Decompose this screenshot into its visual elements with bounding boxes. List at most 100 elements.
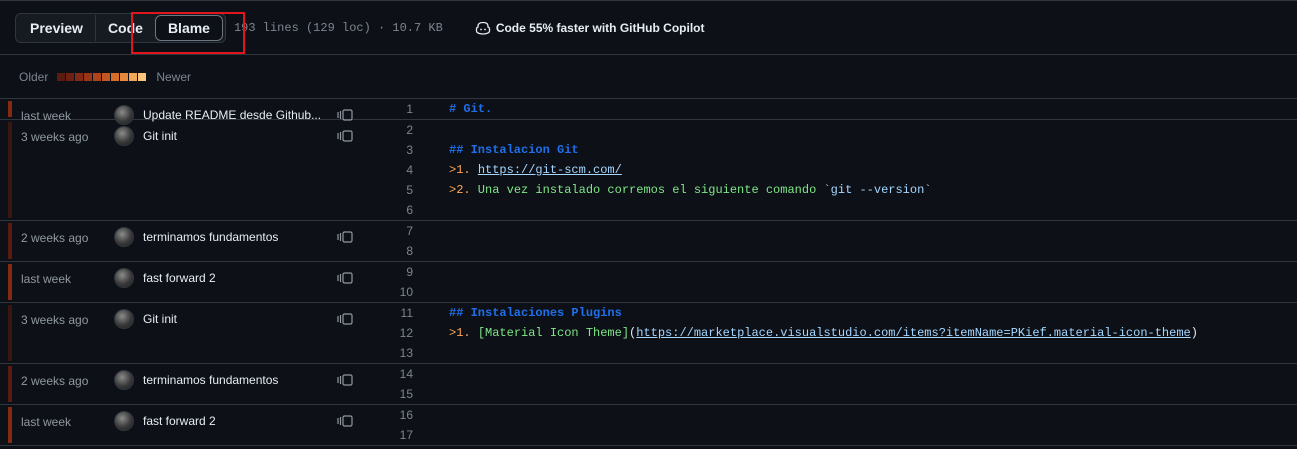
commit-message-link[interactable]: terminamos fundamentos <box>143 230 325 244</box>
code-lines: 14 15 <box>392 364 1297 404</box>
line-number[interactable]: 2 <box>392 123 413 137</box>
commit-info: 2 weeks ago terminamos fundamentos <box>0 364 392 404</box>
age-swatch <box>111 72 120 81</box>
legend-older: Older <box>19 69 49 84</box>
reblame-icon[interactable] <box>337 130 353 142</box>
code-lines: 78 <box>392 221 1297 261</box>
code-line: 8 <box>392 241 1297 261</box>
code-line: 13 <box>392 343 1297 363</box>
code-line: 14 <box>392 364 1297 384</box>
line-number[interactable]: 14 <box>392 367 413 381</box>
code-line: 2 <box>392 120 1297 140</box>
code-line: 12 >1. [Material Icon Theme](https://mark… <box>392 323 1297 343</box>
line-number[interactable]: 16 <box>392 408 413 422</box>
age-swatch <box>84 72 93 81</box>
code-content: >2. Una vez instalado corremos el siguie… <box>449 183 932 197</box>
line-number[interactable]: 15 <box>392 387 413 401</box>
commit-info: last week fast forward 2 <box>0 262 392 302</box>
age-swatch <box>66 72 75 81</box>
age-swatch <box>138 72 147 81</box>
code-lines: 2 3 ## Instalacion Git 4 >1. https://git-scm… <box>392 120 1297 220</box>
commit-message-link[interactable]: fast forward 2 <box>143 414 325 428</box>
commit-age: 2 weeks ago <box>21 231 89 245</box>
line-number[interactable]: 10 <box>392 285 413 299</box>
code-line: 6 <box>392 200 1297 220</box>
avatar[interactable] <box>114 126 134 146</box>
commit-message-link[interactable]: Git init <box>143 129 325 143</box>
commit-age: last week <box>21 272 72 286</box>
code-line: 16 <box>392 405 1297 425</box>
reblame-icon[interactable] <box>337 272 353 284</box>
avatar[interactable] <box>114 370 134 390</box>
blame-view: last week Update README desde Github... 1 #… <box>0 99 1297 446</box>
code-content: ## Instalaciones Plugins <box>449 306 622 320</box>
commit-message-link[interactable]: terminamos fundamentos <box>143 373 325 387</box>
commit-info: last week fast forward 2 <box>0 405 392 445</box>
line-number[interactable]: 4 <box>392 163 413 177</box>
blame-hunk: 2 weeks ago terminamos fundamentos 14 15 <box>0 364 1297 405</box>
blame-hunk: 3 weeks ago Git init 11 ## Instalaciones Pl… <box>0 303 1297 364</box>
line-number[interactable]: 3 <box>392 143 413 157</box>
blame-hunk: 3 weeks ago Git init 2 3 ## Instalacion Git 4… <box>0 120 1297 221</box>
age-swatch <box>75 72 84 81</box>
blame-hunk: 2 weeks ago terminamos fundamentos 7 8 <box>0 221 1297 262</box>
commit-message-link[interactable]: Git init <box>143 312 325 326</box>
age-swatch <box>120 72 129 81</box>
age-swatch <box>93 72 102 81</box>
commit-info: last week Update README desde Github... <box>0 99 392 125</box>
code-line: 9 <box>392 262 1297 282</box>
avatar[interactable] <box>114 411 134 431</box>
code-line: 10 <box>392 282 1297 302</box>
avatar[interactable] <box>114 309 134 329</box>
line-number[interactable]: 7 <box>392 224 413 238</box>
code-lines: 9 10 <box>392 262 1297 302</box>
blame-hunk: last week fast forward 2 16 17 <box>0 405 1297 446</box>
blame-hunk: last week Update README desde Github... 1 #… <box>0 99 1297 125</box>
copilot-promo[interactable]: Code 55% faster with GitHub Copilot <box>475 20 705 36</box>
code-lines: 16 17 <box>392 405 1297 445</box>
line-number[interactable]: 11 <box>392 306 413 320</box>
code-line: 5 >2. Una vez instalado corremos el sigui… <box>392 180 1297 200</box>
avatar[interactable] <box>114 227 134 247</box>
line-number[interactable]: 17 <box>392 428 413 442</box>
commit-age: 3 weeks ago <box>21 130 89 144</box>
avatar[interactable] <box>114 268 134 288</box>
commit-info: 2 weeks ago terminamos fundamentos <box>0 221 392 261</box>
line-number[interactable]: 8 <box>392 244 413 258</box>
reblame-icon[interactable] <box>337 231 353 243</box>
commit-info: 3 weeks ago Git init <box>0 303 392 363</box>
code-line: 1 # Git. <box>392 99 1297 119</box>
blame-hunk: last week fast forward 2 9 10 <box>0 262 1297 303</box>
line-number[interactable]: 9 <box>392 265 413 279</box>
highlight-annotation <box>131 12 245 54</box>
code-line: 4 >1. https://git-scm.com/ <box>392 160 1297 180</box>
code-content: ## Instalacion Git <box>449 143 579 157</box>
code-line: 3 ## Instalacion Git <box>392 140 1297 160</box>
copilot-icon <box>475 21 490 35</box>
reblame-icon[interactable] <box>337 415 353 427</box>
copilot-text: Code 55% faster with GitHub Copilot <box>495 20 705 35</box>
code-line: 7 <box>392 221 1297 241</box>
code-content: # Git. <box>449 102 493 116</box>
commit-age: 2 weeks ago <box>21 374 89 388</box>
blame-age-legend: Older Newer <box>0 55 1297 99</box>
code-lines: 1 # Git. <box>392 99 1297 119</box>
tab-preview[interactable]: Preview <box>18 15 95 41</box>
line-number[interactable]: 13 <box>392 346 413 360</box>
code-content: >1. https://git-scm.com/ <box>449 163 622 177</box>
line-number[interactable]: 5 <box>392 183 413 197</box>
line-number[interactable]: 1 <box>392 102 413 116</box>
line-number[interactable]: 12 <box>392 326 413 340</box>
code-lines: 11 ## Instalaciones Plugins 12 >1. [Materia… <box>392 303 1297 363</box>
line-number[interactable]: 6 <box>392 203 413 217</box>
legend-newer: Newer <box>156 69 192 84</box>
age-swatch <box>102 72 111 81</box>
file-info: 193 lines (129 loc) · 10.7 KB <box>233 20 443 35</box>
reblame-icon[interactable] <box>337 374 353 386</box>
reblame-icon[interactable] <box>337 313 353 325</box>
code-content: >1. [Material Icon Theme](https://market… <box>449 326 1198 340</box>
code-line: 15 <box>392 384 1297 404</box>
commit-message-link[interactable]: fast forward 2 <box>143 271 325 285</box>
commit-age: last week <box>21 415 72 429</box>
code-line: 11 ## Instalaciones Plugins <box>392 303 1297 323</box>
